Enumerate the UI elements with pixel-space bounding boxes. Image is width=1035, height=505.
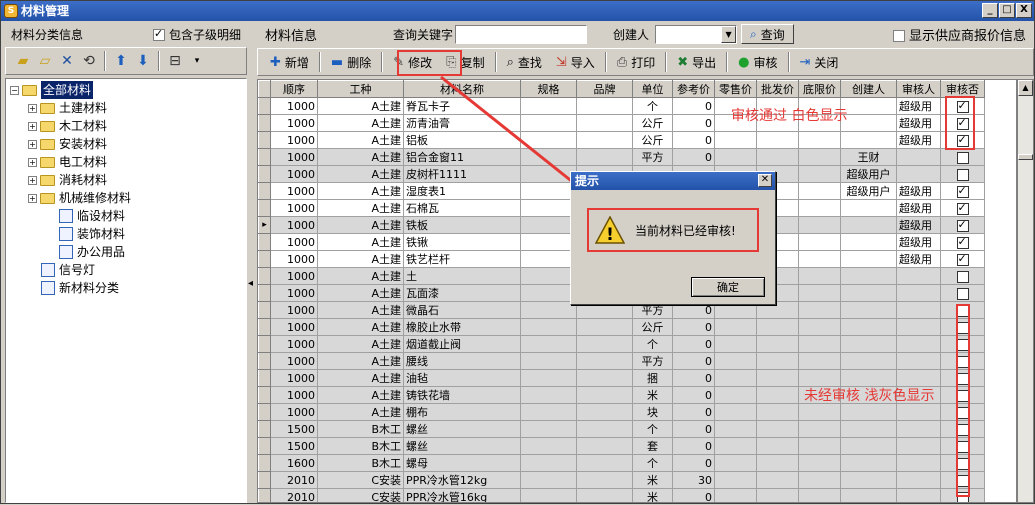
dialog-message-box: ! 当前材料已经审核! xyxy=(587,208,759,252)
ok-button-label: 确定 xyxy=(717,281,739,294)
annotation-arrow xyxy=(440,75,587,193)
dialog-close-button[interactable]: ✕ xyxy=(758,174,772,187)
dialog-title: 提示 xyxy=(575,174,600,188)
warning-icon: ! xyxy=(595,216,625,244)
dialog-title-bar: 提示 ✕ xyxy=(571,172,775,190)
svg-text:!: ! xyxy=(606,225,614,244)
main-window: S 材料管理 _ □ X 材料分类信息 包含子级明细 ▰ ▱ ✕ ⟲ ⬆ ⬇ ⊟… xyxy=(0,0,1035,504)
ok-button[interactable]: 确定 xyxy=(691,277,765,297)
dialog-message: 当前材料已经审核! xyxy=(635,223,736,238)
alert-dialog: 提示 ✕ ! 当前材料已经审核! 确定 xyxy=(570,171,776,305)
